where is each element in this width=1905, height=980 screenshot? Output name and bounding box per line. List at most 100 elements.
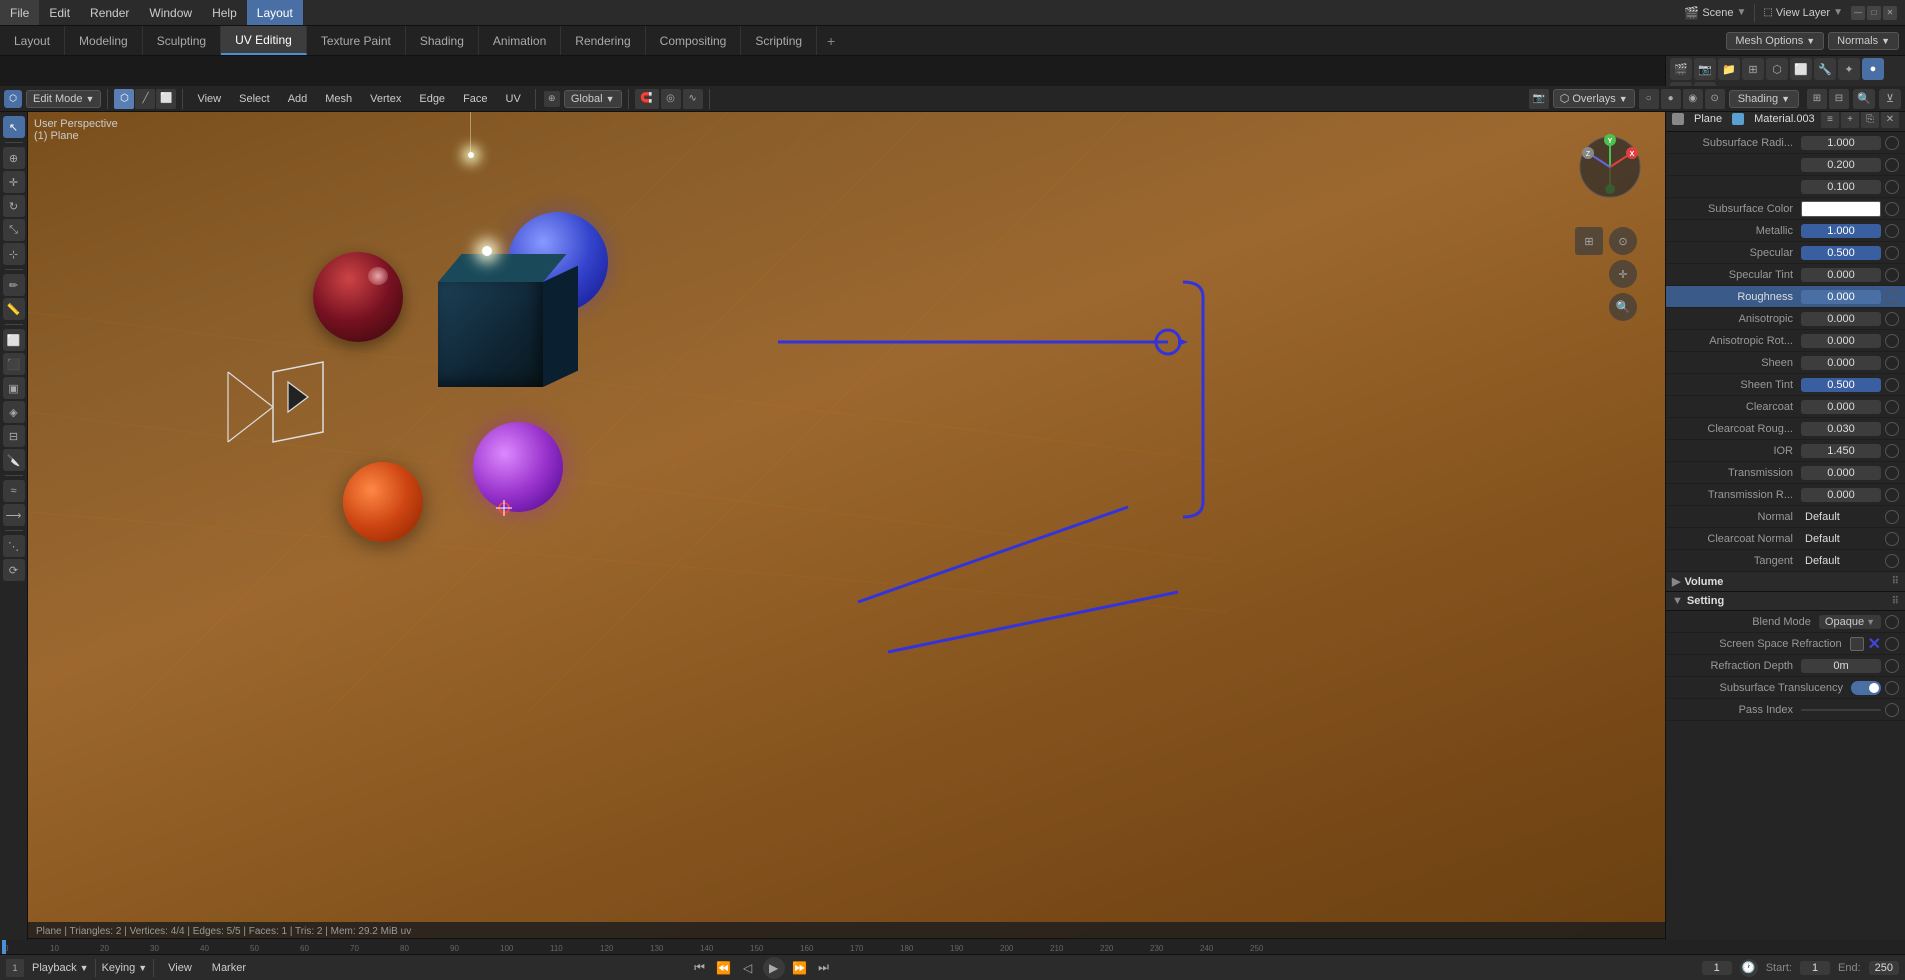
edge-mode-icon[interactable]: ╱: [135, 89, 155, 109]
snap-icon[interactable]: 🧲: [635, 89, 659, 109]
mode-dropdown[interactable]: Edit Mode ▼: [26, 90, 101, 108]
sheen-dot[interactable]: [1885, 356, 1899, 370]
smooth-btn[interactable]: ≈: [3, 480, 25, 502]
scene-selector[interactable]: 🎬 Scene ▼: [1684, 6, 1746, 20]
tangent-dot[interactable]: [1885, 554, 1899, 568]
mesh-options-btn[interactable]: Mesh Options ▼: [1726, 32, 1824, 50]
tab-rendering[interactable]: Rendering: [561, 26, 645, 55]
spin-btn[interactable]: ⟳: [3, 559, 25, 581]
render-preview-icon[interactable]: ⊙: [1705, 89, 1725, 109]
specular-value[interactable]: 0.500: [1801, 246, 1881, 260]
tab-compositing[interactable]: Compositing: [646, 26, 742, 55]
step-fwd-btn[interactable]: ⏩: [791, 959, 809, 977]
clearcoat-dot[interactable]: [1885, 400, 1899, 414]
ior-dot[interactable]: [1885, 444, 1899, 458]
tab-uv-editing[interactable]: UV Editing: [221, 26, 307, 55]
subsurface-radi-dot[interactable]: [1885, 136, 1899, 150]
specular-tint-dot[interactable]: [1885, 268, 1899, 282]
subsurface-radi-val3[interactable]: 0.100: [1801, 180, 1881, 194]
layout-icon-1[interactable]: ⊞: [1807, 89, 1827, 109]
hb-uv[interactable]: UV: [498, 91, 529, 107]
menu-help[interactable]: Help: [202, 0, 247, 25]
shading-dropdown[interactable]: Shading ▼: [1729, 90, 1799, 108]
shear-btn[interactable]: ⋱: [3, 535, 25, 557]
subsurface-color-swatch[interactable]: [1801, 201, 1881, 217]
jump-start-btn[interactable]: ⏮: [691, 959, 709, 977]
transmission-value[interactable]: 0.000: [1801, 466, 1881, 480]
vertex-mode-icon[interactable]: ⬡: [114, 89, 134, 109]
orthographic-grid-btn[interactable]: ⊞: [1575, 227, 1603, 255]
anisotropic-dot[interactable]: [1885, 312, 1899, 326]
knife-btn[interactable]: 🔪: [3, 449, 25, 471]
normals-btn[interactable]: Normals ▼: [1828, 32, 1899, 50]
menu-layout-active[interactable]: Layout: [247, 0, 303, 25]
start-frame[interactable]: 1: [1800, 961, 1830, 975]
cursor-tool-btn[interactable]: ⊕: [3, 147, 25, 169]
sheen-value[interactable]: 0.000: [1801, 356, 1881, 370]
add-cube-btn[interactable]: ⬜: [3, 329, 25, 351]
ssr-checkbox[interactable]: [1850, 637, 1864, 651]
settings-section-header[interactable]: ▼ Setting ⠿: [1666, 592, 1905, 611]
subsurface-radi-val1[interactable]: 1.000: [1801, 136, 1881, 150]
axis-widget[interactable]: Y X Z: [1575, 132, 1645, 202]
pass-index-dot[interactable]: [1885, 703, 1899, 717]
end-frame[interactable]: 250: [1869, 961, 1899, 975]
delete-material-btn[interactable]: ✕: [1881, 110, 1899, 128]
tab-layout[interactable]: Layout: [0, 26, 65, 55]
orientation-dropdown[interactable]: Global ▼: [564, 90, 622, 108]
properties-scroll[interactable]: Subsurface Radi... 1.000 0.200 0.100 Sub…: [1666, 132, 1905, 940]
hb-add[interactable]: Add: [280, 91, 316, 107]
prop-modifier-icon[interactable]: 🔧: [1814, 58, 1836, 80]
ior-value[interactable]: 1.450: [1801, 444, 1881, 458]
clearcoat-value[interactable]: 0.000: [1801, 400, 1881, 414]
new-material-btn[interactable]: +: [1841, 110, 1859, 128]
current-frame[interactable]: 1: [1702, 961, 1732, 975]
bevel-btn[interactable]: ◈: [3, 401, 25, 423]
camera-preview-icon[interactable]: 📷: [1529, 89, 1549, 109]
prop-view-icon[interactable]: ⊞: [1742, 58, 1764, 80]
search-btn[interactable]: 🔍: [1853, 89, 1875, 109]
playback-dropdown[interactable]: Playback ▼: [32, 962, 89, 974]
wave-icon[interactable]: ∿: [683, 89, 703, 109]
viewlayer-selector[interactable]: ⬚ View Layer ▼: [1763, 7, 1843, 19]
time-format-btn[interactable]: 🕐: [1740, 959, 1758, 977]
prop-mesh-icon[interactable]: ⬜: [1790, 58, 1812, 80]
refraction-depth-value[interactable]: 0m: [1801, 659, 1881, 673]
3d-viewport[interactable]: Y X Z ⊙ ✛ 🔍 ⊞ User Perspective (1) Plane: [28, 112, 1665, 940]
close-btn[interactable]: ✕: [1883, 6, 1897, 20]
sheen-tint-dot[interactable]: [1885, 378, 1899, 392]
filter-btn[interactable]: ⊻: [1879, 89, 1901, 109]
edge-slide-btn[interactable]: ⟶: [3, 504, 25, 526]
subsurface-color-dot[interactable]: [1885, 202, 1899, 216]
hb-view[interactable]: View: [189, 91, 229, 107]
roughness-value[interactable]: 0.000: [1801, 290, 1881, 304]
anisotropic-rot-dot[interactable]: [1885, 334, 1899, 348]
anisotropic-value[interactable]: 0.000: [1801, 312, 1881, 326]
subsurface-translucency-toggle[interactable]: [1851, 681, 1881, 695]
extrude-btn[interactable]: ⬛: [3, 353, 25, 375]
transmission-r-dot[interactable]: [1885, 488, 1899, 502]
menu-edit[interactable]: Edit: [39, 0, 80, 25]
wireframe-shading-icon[interactable]: ○: [1639, 89, 1659, 109]
specular-tint-value[interactable]: 0.000: [1801, 268, 1881, 282]
overlays-dropdown[interactable]: ⬡ Overlays ▼: [1553, 89, 1635, 108]
scale-tool-btn[interactable]: ⤡: [3, 219, 25, 241]
duplicate-material-btn[interactable]: ⎘: [1861, 110, 1879, 128]
select-tool-btn[interactable]: ↖: [3, 116, 25, 138]
anisotropic-rot-value[interactable]: 0.000: [1801, 334, 1881, 348]
menu-render[interactable]: Render: [80, 0, 139, 25]
specular-dot[interactable]: [1885, 246, 1899, 260]
blend-mode-dropdown[interactable]: Opaque ▼: [1819, 615, 1881, 629]
ssr-dot[interactable]: [1885, 637, 1899, 651]
subsurface-radi-dot2[interactable]: [1885, 158, 1899, 172]
hb-edge[interactable]: Edge: [411, 91, 453, 107]
annotate-btn[interactable]: ✏: [3, 274, 25, 296]
proportional-icon[interactable]: ◎: [661, 89, 681, 109]
add-workspace-tab[interactable]: +: [817, 33, 845, 49]
material-preview-icon[interactable]: ◉: [1683, 89, 1703, 109]
face-mode-icon[interactable]: ⬜: [156, 89, 176, 109]
play-btn[interactable]: ▶: [763, 957, 785, 979]
metallic-value[interactable]: 1.000: [1801, 224, 1881, 238]
prop-scene-icon[interactable]: 🎬: [1670, 58, 1692, 80]
tab-sculpting[interactable]: Sculpting: [143, 26, 221, 55]
